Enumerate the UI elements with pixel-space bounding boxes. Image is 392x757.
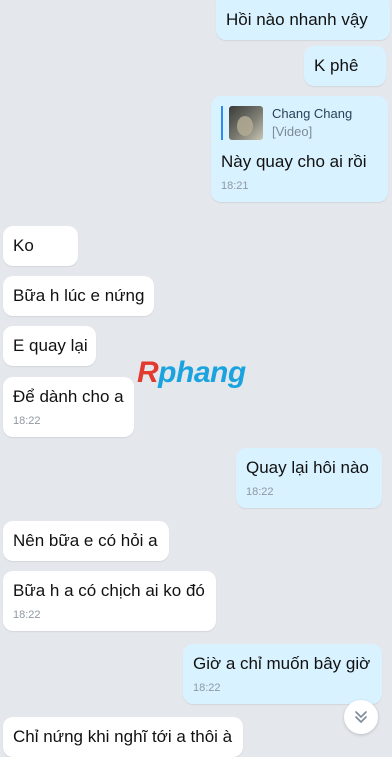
message-text: K phê (314, 56, 359, 75)
message-text: Quay lại hôi nào (246, 458, 369, 477)
message-bubble-incoming[interactable]: E quay lại (3, 326, 96, 367)
message-bubble-outgoing[interactable]: Hồi nào nhanh vậy (216, 0, 390, 41)
message-bubble-outgoing[interactable]: K phê (304, 46, 386, 87)
message-bubble-outgoing[interactable]: Giờ a chỉ muốn bây giờ 18:22 (183, 644, 382, 704)
message-time: 18:22 (246, 486, 274, 499)
quote-media-type: [Video] (272, 123, 313, 139)
message-bubble-outgoing[interactable]: Chang Chang [Video] Này quay cho ai rồi … (211, 96, 388, 202)
message-text: Này quay cho ai rồi (221, 152, 367, 171)
message-bubble-incoming[interactable]: Để dành cho a 18:22 (3, 377, 134, 437)
scroll-to-bottom-button[interactable] (344, 700, 378, 734)
message-text: Bữa h a có chịch ai ko đó (13, 581, 205, 600)
message-text: Bữa h lúc e nứng (13, 286, 145, 305)
message-bubble-incoming[interactable]: Bữa h lúc e nứng (3, 276, 154, 317)
message-bubble-incoming[interactable]: Ko (3, 226, 78, 267)
quote-sender-name: Chang Chang (272, 106, 353, 121)
message-time: 18:21 (221, 180, 249, 193)
message-text: E quay lại (13, 336, 88, 355)
message-bubble-outgoing[interactable]: Quay lại hôi nào 18:22 (236, 448, 382, 508)
message-time: 18:22 (193, 682, 221, 695)
message-text: Ko (13, 236, 34, 255)
message-bubble-incoming[interactable]: Bữa h a có chịch ai ko đó 18:22 (3, 571, 216, 631)
double-chevron-down-icon (355, 711, 367, 723)
message-bubble-incoming[interactable]: Nên bữa e có hỏi a (3, 521, 169, 562)
message-text: Chỉ nứng khi nghĩ tới a thôi à (13, 727, 233, 746)
watermark-logo: Rphang (137, 356, 246, 389)
message-text: Nên bữa e có hỏi a (13, 531, 158, 550)
message-text: Để dành cho a (13, 387, 124, 406)
message-time: 18:22 (13, 415, 41, 428)
message-bubble-incoming[interactable]: Chỉ nứng khi nghĩ tới a thôi à (3, 717, 243, 757)
video-thumbnail (229, 106, 263, 140)
reply-quote[interactable]: Chang Chang [Video] (221, 106, 378, 140)
message-time: 18:22 (13, 609, 41, 622)
message-text: Hồi nào nhanh vậy (226, 10, 368, 29)
message-text: Giờ a chỉ muốn bây giờ (193, 654, 371, 673)
